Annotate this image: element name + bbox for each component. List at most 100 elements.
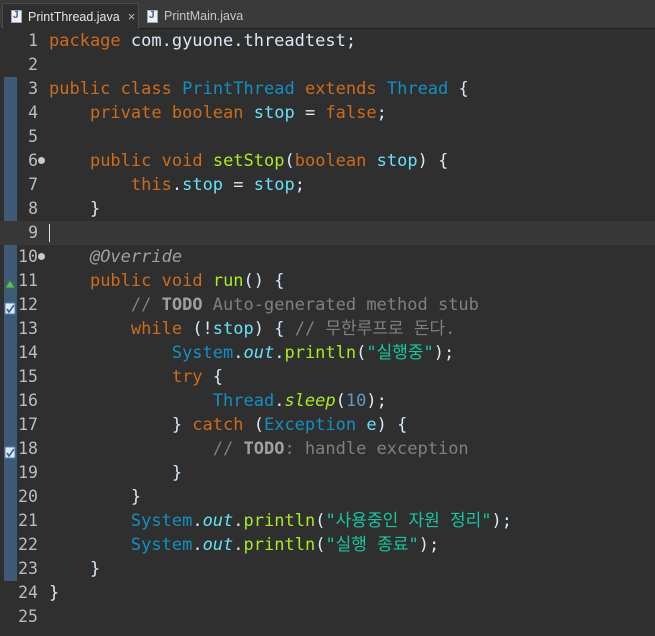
- code-line[interactable]: 25: [0, 605, 655, 629]
- code-line[interactable]: 17 } catch (Exception e) {: [0, 413, 655, 437]
- editor-window: { "tabs": [ {"label": "PrintThread.java"…: [0, 0, 655, 636]
- code-token: false: [325, 103, 377, 123]
- code-line[interactable]: 10 @Override: [0, 245, 655, 269]
- code-line[interactable]: 3 public class PrintThread extends Thread…: [0, 77, 655, 101]
- code-token: public: [89, 151, 152, 171]
- task-marker-icon[interactable]: [4, 442, 16, 459]
- code-line[interactable]: 24}: [0, 581, 655, 605]
- code-line[interactable]: 7 this.stop = stop;: [0, 173, 655, 197]
- code-token: out: [243, 343, 275, 363]
- close-icon[interactable]: ×: [128, 10, 136, 23]
- code-token: .: [192, 511, 203, 531]
- code-token: (: [335, 391, 346, 411]
- code-text: private boolean stop = false;: [49, 101, 387, 125]
- code-text: }: [49, 485, 141, 509]
- line-number: 11: [18, 271, 38, 290]
- tab-printthread-java[interactable]: PrintThread.java ×: [2, 3, 139, 29]
- code-token: println: [243, 535, 316, 555]
- task-marker-icon[interactable]: [4, 298, 16, 315]
- code-line[interactable]: 23 }: [0, 557, 655, 581]
- code-token: TODO: [161, 295, 203, 315]
- code-token: (: [315, 511, 326, 531]
- code-line[interactable]: 5: [0, 125, 655, 149]
- code-text: public class PrintThread extends Thread …: [49, 77, 469, 101]
- code-token: );: [491, 511, 512, 531]
- code-editor[interactable]: 1 package com.gyuone.threadtest; 2 3 public …: [0, 29, 655, 636]
- code-text: }: [49, 197, 100, 221]
- code-line[interactable]: 13 while (!stop) { // 무한루프로 돈다.: [0, 317, 655, 341]
- code-line[interactable]: 15 try {: [0, 365, 655, 389]
- tab-printmain-java[interactable]: PrintMain.java: [139, 3, 259, 29]
- line-number: 20: [18, 487, 38, 506]
- code-line[interactable]: 4 private boolean stop = false;: [0, 101, 655, 125]
- code-line[interactable]: 8 }: [0, 197, 655, 221]
- code-token: stop: [253, 103, 295, 123]
- code-line[interactable]: 12 // TODO Auto-generated method stub: [0, 293, 655, 317]
- code-token: }: [49, 463, 183, 483]
- code-token: =: [223, 175, 254, 195]
- code-token: boolean: [171, 103, 244, 123]
- code-token: .: [192, 535, 203, 555]
- code-token: Exception: [263, 415, 357, 435]
- code-text: public void setStop(boolean stop) {: [49, 149, 448, 173]
- code-token: run: [212, 271, 244, 291]
- line-number: 3: [28, 79, 38, 98]
- code-token: );: [366, 391, 387, 411]
- code-line[interactable]: 21 System.out.println("사용중인 자원 정리");: [0, 509, 655, 533]
- code-token: try: [171, 367, 203, 387]
- code-token: (: [356, 343, 367, 363]
- fold-toggle-icon[interactable]: [38, 253, 45, 260]
- override-triangle-icon[interactable]: [4, 274, 16, 289]
- code-line[interactable]: 14 System.out.println("실행중");: [0, 341, 655, 365]
- code-line[interactable]: 6 public void setStop(boolean stop) {: [0, 149, 655, 173]
- code-text: try {: [49, 365, 223, 389]
- code-line[interactable]: 1 package com.gyuone.threadtest;: [0, 29, 655, 53]
- line-number: 10: [18, 247, 38, 266]
- code-line[interactable]: 16 Thread.sleep(10);: [0, 389, 655, 413]
- line-number: 21: [18, 511, 38, 530]
- code-token: catch: [192, 415, 244, 435]
- code-token: .: [274, 343, 285, 363]
- code-token: out: [202, 535, 234, 555]
- code-line[interactable]: 11 public void run() {: [0, 269, 655, 293]
- code-token: (: [243, 415, 264, 435]
- code-token: @Override: [89, 247, 183, 267]
- code-line[interactable]: 2: [0, 53, 655, 77]
- code-text: }: [49, 461, 182, 485]
- code-token: : handle exception: [284, 439, 469, 459]
- code-token: extends: [304, 79, 377, 99]
- code-text: }: [49, 557, 100, 581]
- code-token: "사용중인 자원 정리": [325, 511, 492, 531]
- code-token: ) {: [253, 319, 295, 339]
- code-token: e: [366, 415, 377, 435]
- code-token: {: [448, 79, 469, 99]
- code-text: }: [49, 581, 59, 605]
- line-number: 8: [28, 199, 38, 218]
- code-token: }: [49, 415, 193, 435]
- code-text: while (!stop) { // 무한루프로 돈다.: [49, 317, 455, 341]
- code-line[interactable]: 18 // TODO: handle exception: [0, 437, 655, 461]
- fold-toggle-icon[interactable]: [38, 157, 45, 164]
- code-token: ) {: [376, 415, 408, 435]
- tab-label: PrintMain.java: [164, 9, 244, 23]
- code-token: TODO: [243, 439, 285, 459]
- code-token: ;: [294, 175, 305, 195]
- code-line[interactable]: 19 }: [0, 461, 655, 485]
- code-token: "실행중": [366, 343, 434, 363]
- code-token: println: [243, 511, 316, 531]
- code-token: out: [202, 511, 234, 531]
- line-number: 18: [18, 439, 38, 458]
- code-line[interactable]: 9: [0, 221, 655, 245]
- code-line[interactable]: 20 }: [0, 485, 655, 509]
- line-number: 17: [18, 415, 38, 434]
- java-file-icon: [11, 10, 22, 23]
- code-line[interactable]: 22 System.out.println("실행 종료");: [0, 533, 655, 557]
